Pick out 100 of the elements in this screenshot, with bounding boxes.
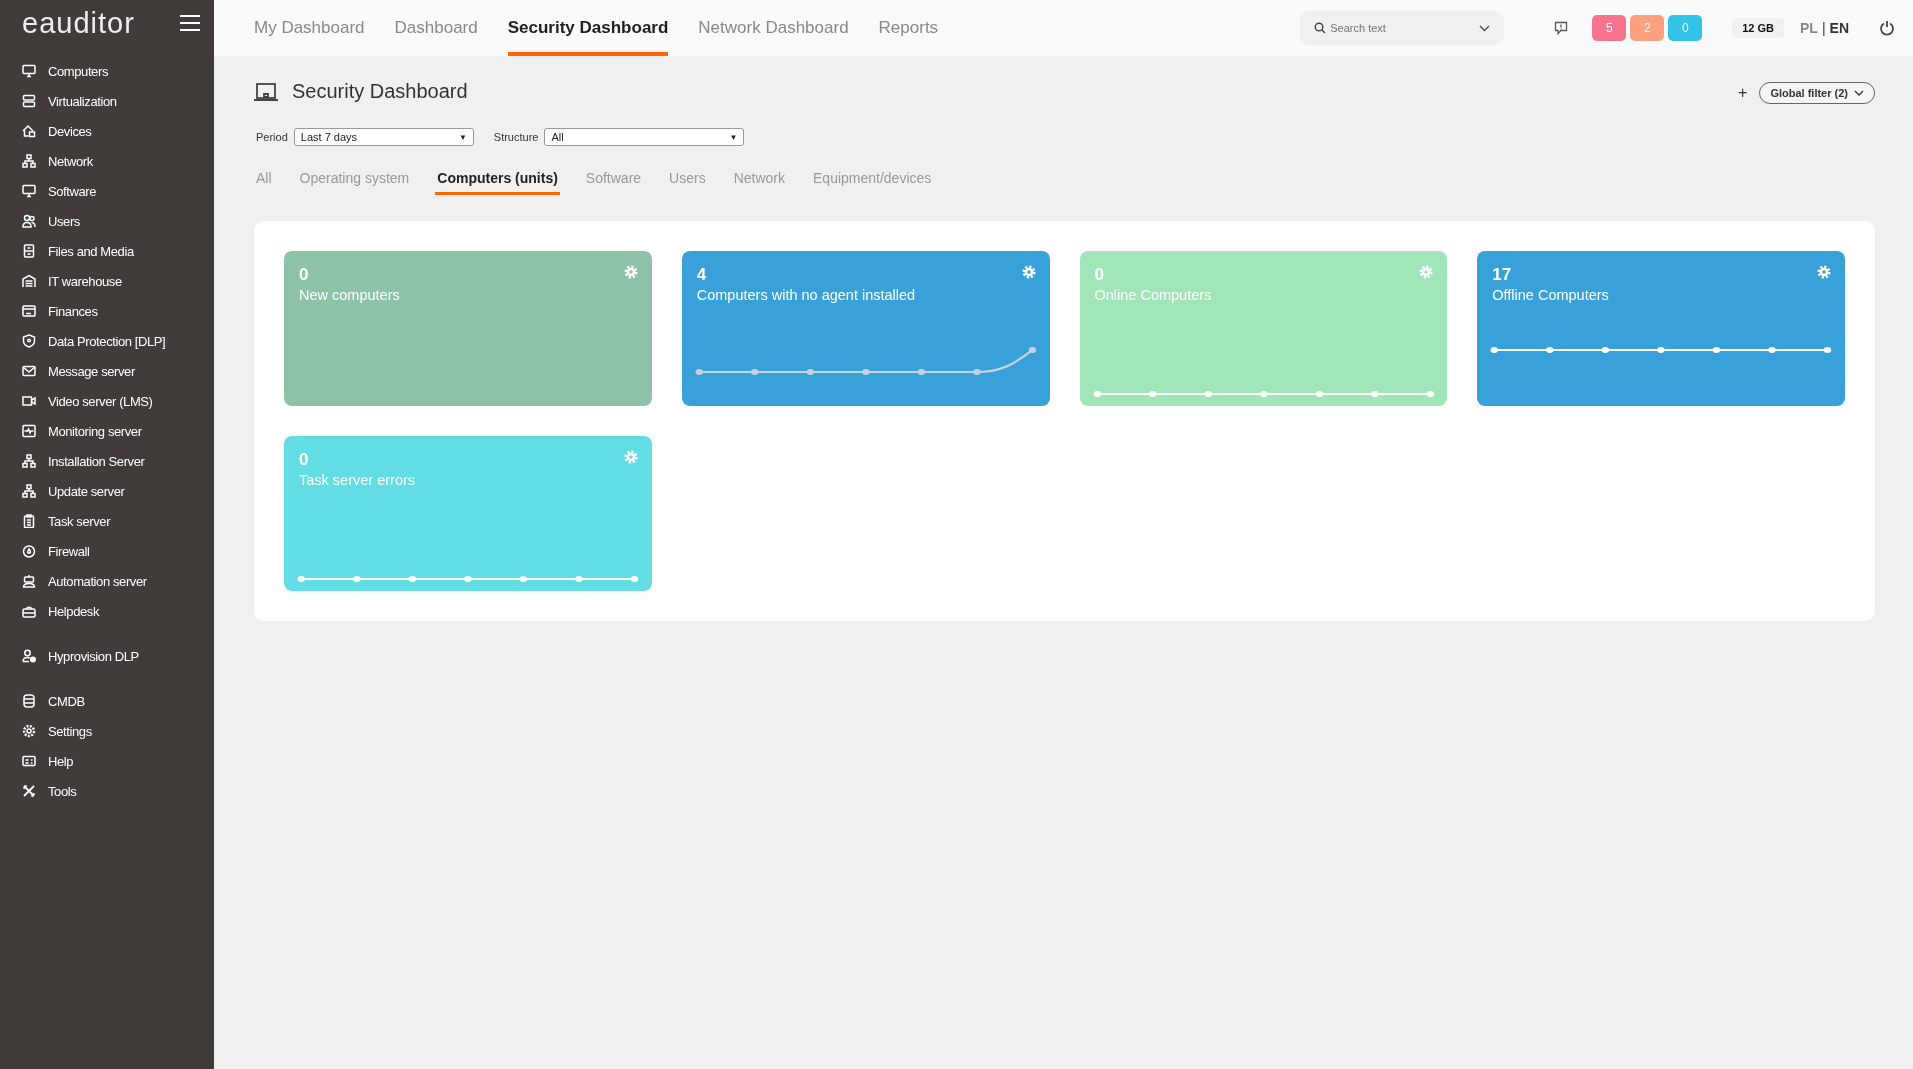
search-icon [1314,22,1327,34]
data-point [1490,347,1499,353]
shield-icon [22,334,36,348]
filter-dropdown[interactable]: All ▼ [544,128,745,146]
filter-dropdown[interactable]: Last 7 days ▼ [293,128,474,146]
monitor-icon [22,184,36,198]
sidebar-item[interactable]: Data Protection [DLP] [22,326,214,356]
settings-icon[interactable] [1021,265,1036,279]
data-point [1426,391,1434,397]
robot-icon [22,574,36,588]
sidebar-item[interactable]: Users [22,206,214,236]
sidebar-item[interactable]: Monitoring server [22,416,214,446]
sidebar-item[interactable]: Settings [22,716,214,746]
sidebar-item[interactable]: Tools [22,776,214,806]
settings-icon[interactable] [623,265,638,279]
monitor-icon [22,64,36,78]
data-point [1601,347,1610,353]
tools-icon [22,784,36,798]
network-icon [22,484,36,498]
sidebar-item[interactable]: Help [22,746,214,776]
sidebar-item[interactable]: Finances [22,296,214,326]
chevron-icon [1479,25,1491,32]
sidebar-item[interactable]: IT warehouse [22,266,214,296]
sidebar-item[interactable]: Files and Media [22,236,214,266]
sidebar-item[interactable]: Installation Server [22,446,214,476]
power-icon[interactable] [1879,20,1895,36]
pulse-icon [22,424,36,438]
sidebar-item[interactable]: Network [22,146,214,176]
sidebar-item[interactable]: Automation server [22,566,214,596]
filter-label: Structure [493,131,539,143]
nav-tab[interactable]: Security Dashboard [507,0,669,56]
data-point [1824,347,1832,353]
data-point [408,576,417,582]
card-icon [22,304,36,318]
data-point [297,576,305,582]
stat-title: New computers [299,287,400,303]
sidebar-item[interactable]: CMDB [22,686,214,716]
stat-title: Computers with no agent installed [696,287,916,303]
filter-label: Period [256,131,288,143]
stat-value: 0 [299,265,310,285]
settings-icon[interactable] [623,450,638,464]
sidebar-item[interactable]: Software [22,176,214,206]
laptop-icon [254,81,278,102]
stat-title: Task server errors [299,472,416,488]
data-point [861,369,870,375]
stat-value: 0 [299,450,310,470]
flame-icon [22,544,36,558]
data-point [1712,347,1721,353]
data-point [1148,391,1156,397]
nav-tab[interactable]: Network Dashboard [698,0,849,56]
sidebar-item[interactable]: Firewall [22,536,214,566]
nav-tab[interactable]: Dashboard [394,0,478,56]
settings-icon[interactable] [1419,265,1434,279]
sidebar-item[interactable]: Virtualization [22,86,214,116]
data-point [806,369,814,375]
data-point [1093,391,1101,397]
video-icon [22,394,36,408]
sidebar-item[interactable]: Video server (LMS) [22,386,214,416]
gear-icon [22,724,36,738]
menu-icon[interactable] [180,15,200,31]
data-point [695,369,703,375]
add-button[interactable]: + [1734,84,1752,102]
search-field[interactable]: Search text [1300,11,1505,45]
data-point [353,576,361,582]
global-filter-button[interactable]: Global filter (2) [1759,82,1875,104]
sidebar-item[interactable]: Message server [22,356,214,386]
users-icon [22,214,36,228]
house-icon [22,124,36,138]
data-point [519,576,528,582]
stat-title: Online Computers [1094,287,1212,303]
sidebar-item[interactable]: Update server [22,476,214,506]
stack-icon [22,94,36,108]
data-point [1259,391,1268,397]
settings-icon[interactable] [1817,265,1831,279]
network-icon [22,454,36,468]
doc-icon [22,244,36,258]
panel-icon [22,754,36,768]
stat-value: 4 [696,265,708,285]
person-icon [22,649,36,663]
data-point [1315,391,1323,397]
sidebar-item[interactable]: Task server [22,506,214,536]
sidebar-item[interactable]: Devices [22,116,214,146]
sidebar-item[interactable]: Hyprovision DLP [22,641,214,671]
data-point [1204,391,1212,397]
case-icon [22,604,36,618]
data-point [464,576,472,582]
sidebar-item[interactable]: Helpdesk [22,596,214,626]
category-tab[interactable]: Computers (units) [435,166,560,195]
stat-title: Offline Computers [1492,287,1609,303]
data-point [1768,347,1776,353]
sidebar-item[interactable]: Computers [22,56,214,86]
data-point [1028,347,1036,353]
logo: eauditor [22,6,135,40]
data-point [917,369,925,375]
storage-indicator: 12 GB [1732,18,1784,38]
data-point [1657,347,1665,353]
message-alert-icon[interactable] [1554,21,1569,35]
stat-value: 17 [1492,265,1513,285]
data-point [973,369,981,375]
language-link[interactable]: EN [1829,20,1849,36]
